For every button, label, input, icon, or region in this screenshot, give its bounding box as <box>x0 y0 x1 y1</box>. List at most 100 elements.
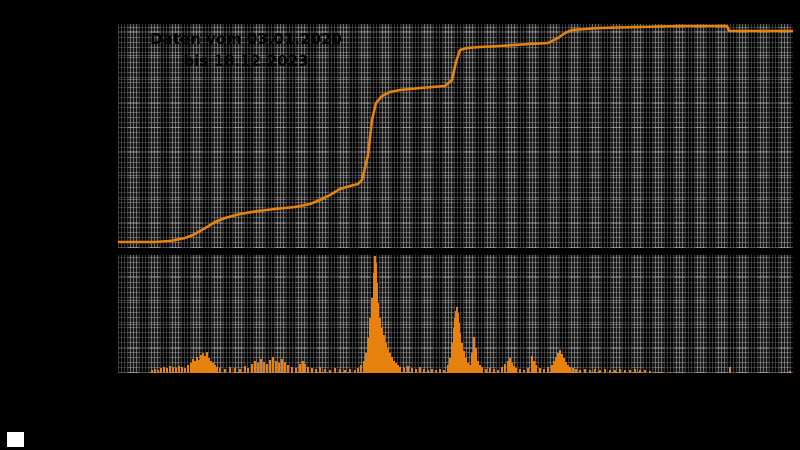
bar <box>594 369 596 373</box>
bar <box>214 365 216 373</box>
bar <box>357 368 359 373</box>
bar <box>200 355 202 373</box>
bar <box>634 369 636 373</box>
bar <box>535 365 537 373</box>
bar <box>575 369 577 373</box>
bar <box>533 361 535 373</box>
bar <box>435 370 437 373</box>
bar <box>363 361 365 373</box>
bar <box>204 356 206 373</box>
bar <box>465 358 467 373</box>
bar <box>166 368 168 373</box>
bar <box>543 369 545 373</box>
bar <box>604 369 606 373</box>
bar <box>481 367 483 373</box>
bar <box>192 359 194 373</box>
bar <box>190 363 192 373</box>
bar <box>531 356 533 373</box>
bar <box>239 369 241 373</box>
bar <box>463 351 465 373</box>
bar <box>196 357 198 373</box>
bar <box>559 350 561 373</box>
bar <box>157 370 159 373</box>
bar <box>477 361 479 373</box>
bar <box>563 358 565 373</box>
bar <box>151 370 153 373</box>
bar <box>509 358 511 373</box>
chart-canvas: Daten vom 03.01.2020 bis 18.12.2023 <box>0 0 800 450</box>
bar <box>247 368 249 373</box>
bar <box>154 369 156 373</box>
bar <box>397 365 399 373</box>
bar <box>257 363 259 373</box>
bar <box>527 368 529 373</box>
bar <box>471 353 473 373</box>
bar <box>187 365 189 373</box>
bar <box>304 364 306 373</box>
bar <box>284 362 286 373</box>
bar <box>639 370 641 373</box>
bar <box>311 368 313 373</box>
bar <box>291 367 293 373</box>
bar <box>451 343 453 373</box>
bar <box>411 368 413 373</box>
bar <box>389 353 391 373</box>
bar <box>281 359 283 373</box>
bar <box>473 337 475 373</box>
bar <box>184 368 186 373</box>
bar <box>160 368 162 373</box>
bar <box>443 370 445 373</box>
bar <box>539 368 541 373</box>
bar <box>202 353 204 373</box>
bar <box>415 369 417 373</box>
bar <box>275 361 277 373</box>
bar <box>393 361 395 373</box>
bar <box>329 370 331 373</box>
bar <box>244 366 246 373</box>
bar <box>565 362 567 373</box>
bar <box>302 361 304 373</box>
bar <box>501 367 503 373</box>
bar <box>383 335 385 373</box>
bar <box>208 358 210 373</box>
bar <box>423 369 425 373</box>
daily-bars-panel <box>118 255 793 373</box>
bar <box>572 368 574 373</box>
bar <box>324 369 326 373</box>
bar <box>181 367 183 373</box>
bar <box>561 354 563 373</box>
bar <box>431 369 433 373</box>
bar <box>175 368 177 373</box>
bar <box>729 367 731 373</box>
bar <box>513 366 515 373</box>
bar <box>614 370 616 373</box>
bar <box>467 363 469 373</box>
bar <box>579 370 581 373</box>
bar <box>272 357 274 373</box>
bar <box>515 368 517 373</box>
bar <box>315 369 317 373</box>
bar <box>169 366 171 373</box>
bar <box>367 338 369 373</box>
bar <box>493 369 495 373</box>
bar <box>377 303 379 373</box>
bar <box>229 367 231 373</box>
bar <box>584 369 586 373</box>
bar <box>461 343 463 373</box>
bar <box>507 361 509 373</box>
bar <box>354 370 356 373</box>
bar <box>789 371 791 373</box>
bar <box>334 368 336 373</box>
bar <box>489 368 491 373</box>
bar <box>178 366 180 373</box>
bar <box>254 361 256 373</box>
bar <box>379 318 381 373</box>
bar <box>391 357 393 373</box>
bar <box>547 367 549 373</box>
bar <box>407 366 409 373</box>
bar <box>219 368 221 373</box>
bar <box>387 349 389 373</box>
bar <box>519 369 521 373</box>
cumulative-panel: Daten vom 03.01.2020 bis 18.12.2023 <box>118 24 793 248</box>
bar <box>475 348 477 373</box>
